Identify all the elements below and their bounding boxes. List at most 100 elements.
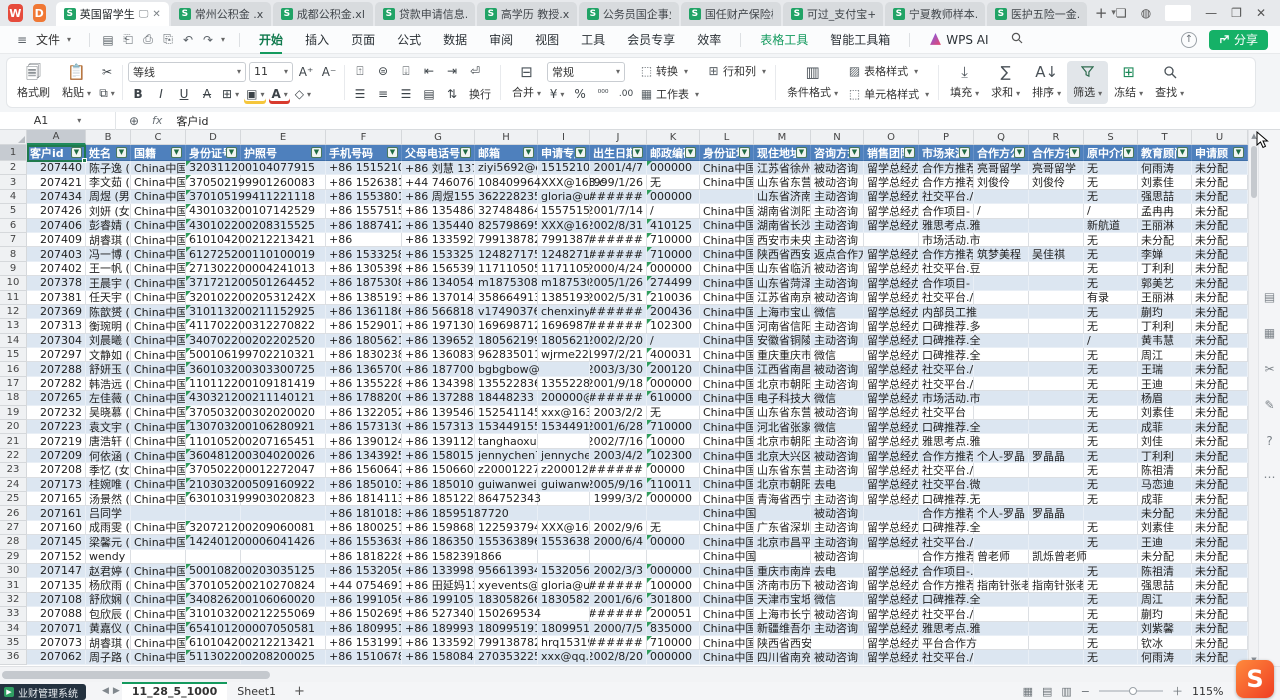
cell-T19[interactable]: 刘素佳 [1138,406,1192,420]
filter-dropdown-icon[interactable]: ▼ [739,147,750,158]
filter-dropdown-icon[interactable]: ▼ [71,147,82,158]
cell-C30[interactable]: China中国 [131,564,186,578]
cell-M12[interactable]: 上海市宝山 [754,305,811,319]
cell-I13[interactable]: 169698712 [538,319,590,333]
cell-S9[interactable]: 无 [1084,262,1138,276]
cell-B4[interactable]: 周煜 (男) [86,190,131,204]
cell-B8[interactable]: 冯一博 (男 [86,247,131,261]
cell-N26[interactable]: 被动咨询 [811,506,864,520]
cell-U14[interactable]: 未分配 [1192,334,1248,348]
merge-button[interactable]: ⊟ 合并▾ [506,61,547,104]
filter-dropdown-icon[interactable]: ▼ [1177,147,1188,158]
cell-G11[interactable]: +86 1370140948 [402,291,475,305]
row-number-33[interactable]: 33 [0,607,27,621]
cell-C2[interactable]: China中国 [131,161,186,175]
cell-S2[interactable]: 无 [1084,161,1138,175]
cell-A22[interactable]: 207209 [27,449,86,463]
borders-button[interactable]: ⊞▾ [220,85,241,104]
cell-I35[interactable]: hrq153199 [538,636,590,650]
cell-L12[interactable]: China中国 [700,305,754,319]
cell-F25[interactable]: +86 18141137 [326,492,402,506]
cell-O28[interactable]: 留学总经办 [864,535,919,549]
cell-S7[interactable]: 无 [1084,233,1138,247]
comma-icon[interactable]: ⁰⁰⁰ [593,85,613,104]
cell-B27[interactable]: 成雨雯 (女 [86,521,131,535]
cell-J34[interactable]: 2000/7/5 [590,622,647,636]
cell-A6[interactable]: 207406 [27,219,86,233]
cell-O6[interactable]: 留学总经办 [864,219,919,233]
cell-O2[interactable]: 留学总经办 [864,161,919,175]
cell-B7[interactable]: 胡睿琪 (女 [86,233,131,247]
cell-G29[interactable]: +86 1582391866 [402,550,475,564]
cell-D3[interactable]: 370502199901260083 [186,175,241,189]
cell-E26[interactable] [241,506,326,520]
cell-R35[interactable] [1029,636,1084,650]
cell-J36[interactable]: 2002/8/20 [590,650,647,664]
cell-I17[interactable]: 135522836 [538,377,590,391]
cell-R27[interactable] [1029,521,1084,535]
cell-B22[interactable]: 何依涵 (女 [86,449,131,463]
header-cell-A[interactable]: 客户id▼ [27,145,86,161]
column-header-R[interactable]: R [1029,130,1084,145]
cell-T7[interactable]: 未分配 [1138,233,1192,247]
cell-O5[interactable]: 留学总经办 [864,204,919,218]
cell-N36[interactable]: 被动咨询 [811,650,864,664]
filter-dropdown-icon[interactable]: ▼ [116,147,127,158]
sheet-tab-1[interactable]: Sheet1 [227,682,286,700]
cell-U29[interactable]: 未分配 [1192,550,1248,564]
cell-L32[interactable]: China中国 [700,593,754,607]
cell-Q17[interactable] [974,377,1029,391]
cell-R22[interactable]: 罗晶晶 [1029,449,1084,463]
cell-R36[interactable] [1029,650,1084,664]
cell-U27[interactable]: 未分配 [1192,521,1248,535]
header-cell-I[interactable]: 申请专用▼ [538,145,590,161]
cell-J17[interactable]: 2001/9/18 [590,377,647,391]
cell-K19[interactable]: 无 [647,406,700,420]
filter-dropdown-icon[interactable]: ▼ [959,147,970,158]
cell-P4[interactable]: 社交平台./ [919,190,974,204]
cell-A7[interactable]: 207409 [27,233,86,247]
row-number-17[interactable]: 17 [0,377,27,391]
cell-H8[interactable]: 124827175 [475,247,538,261]
cell-R17[interactable] [1029,377,1084,391]
row-number-14[interactable]: 14 [0,334,27,348]
cell-F11[interactable]: +86 13851932 [326,291,402,305]
menu-item-2[interactable]: 页面 [340,27,386,52]
cell-F4[interactable]: +86 15538019 [326,190,402,204]
header-cell-N[interactable]: 咨询方式▼ [811,145,864,161]
align-left-icon[interactable]: ☰ [350,84,370,103]
cell-S12[interactable]: 无 [1084,305,1138,319]
cell-M15[interactable]: 重庆重庆市 [754,348,811,362]
cell-K36[interactable]: 000000 [647,650,700,664]
filter-dropdown-icon[interactable]: ▼ [849,147,860,158]
cell-C3[interactable]: China中国 [131,175,186,189]
cell-O8[interactable]: 留学总经办 [864,247,919,261]
cell-J28[interactable]: 2000/6/4 [590,535,647,549]
cell-T18[interactable]: 杨眉 [1138,391,1192,405]
cell-M16[interactable]: 江西省南昌 [754,362,811,376]
cell-U4[interactable]: 未分配 [1192,190,1248,204]
cell-Q5[interactable]: / [974,204,1029,218]
number-format-select[interactable]: 常规▾ [547,62,625,82]
cell-O14[interactable]: 留学总经办 [864,334,919,348]
cell-J15[interactable]: 1997/2/21 [590,348,647,362]
cell-H22[interactable]: jennychen7 [475,449,538,463]
cell-R26[interactable]: 罗晶晶 [1029,506,1084,520]
cell-I5[interactable]: 155751588 [538,204,590,218]
cell-I24[interactable]: guiwanwei [538,478,590,492]
cell-K16[interactable]: 200120 [647,362,700,376]
cell-H33[interactable]: 150269534 [475,607,538,621]
cell-K15[interactable]: 400031 [647,348,700,362]
cell-Q20[interactable] [974,420,1029,434]
cell-L24[interactable]: China中国 [700,478,754,492]
row-number-22[interactable]: 22 [0,449,27,463]
cell-Q28[interactable] [974,535,1029,549]
cell-H19[interactable]: 152541145 [475,406,538,420]
file-tab-4[interactable]: S高学历 教授.xlsx [477,2,577,26]
cell-N9[interactable]: 被动咨询 [811,262,864,276]
cell-Q6[interactable] [974,219,1029,233]
column-header-Q[interactable]: Q [974,130,1029,145]
cell-Q19[interactable] [974,406,1029,420]
cell-F33[interactable]: +86 15026953 [326,607,402,621]
cell-L2[interactable]: China中国 [700,161,754,175]
